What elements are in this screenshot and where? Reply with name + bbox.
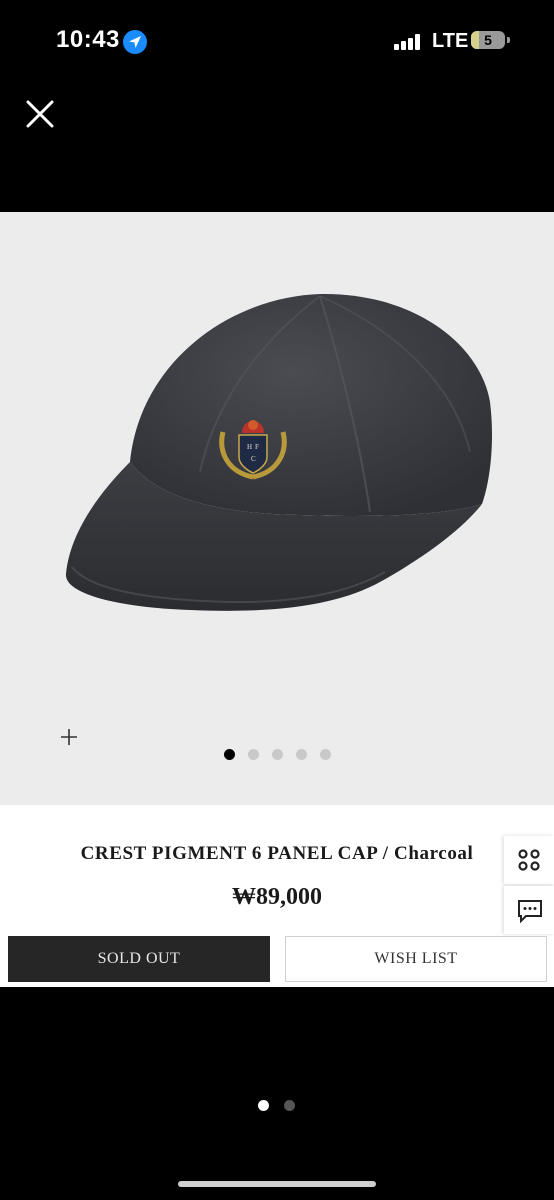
battery-level: 5 [484,32,492,48]
gallery-dot[interactable] [320,749,331,760]
sold-out-button[interactable]: SOLD OUT [8,936,270,982]
location-arrow-icon [123,30,147,54]
svg-text:F: F [255,443,259,451]
product-title: CREST PIGMENT 6 PANEL CAP / Charcoal [80,843,474,864]
plus-icon[interactable] [58,726,80,748]
product-gallery[interactable]: H F C [0,212,554,805]
signal-bars-icon [394,34,424,50]
gallery-dot[interactable] [224,749,235,760]
product-price: ₩89,000 [232,884,322,910]
battery-icon: 5 [471,31,505,49]
grid-icon [518,849,540,871]
wish-list-button[interactable]: WISH LIST [285,936,547,982]
chat-icon [518,900,542,924]
gallery-dot[interactable] [272,749,283,760]
product-image: H F C [65,293,493,611]
viewer-dot[interactable] [258,1100,269,1111]
status-time: 10:43 [56,26,120,53]
svg-text:H: H [247,443,252,451]
grid-menu-button[interactable] [504,836,554,884]
status-bar: 10:43 LTE 5 [0,0,554,80]
carrier-label: LTE [432,30,469,52]
gallery-dot[interactable] [296,749,307,760]
home-indicator[interactable] [178,1181,376,1187]
close-icon[interactable] [22,96,58,132]
battery-tip [507,37,510,43]
viewer-dot[interactable] [284,1100,295,1111]
svg-text:C: C [251,455,256,463]
gallery-dot[interactable] [248,749,259,760]
chat-button[interactable] [504,886,554,934]
